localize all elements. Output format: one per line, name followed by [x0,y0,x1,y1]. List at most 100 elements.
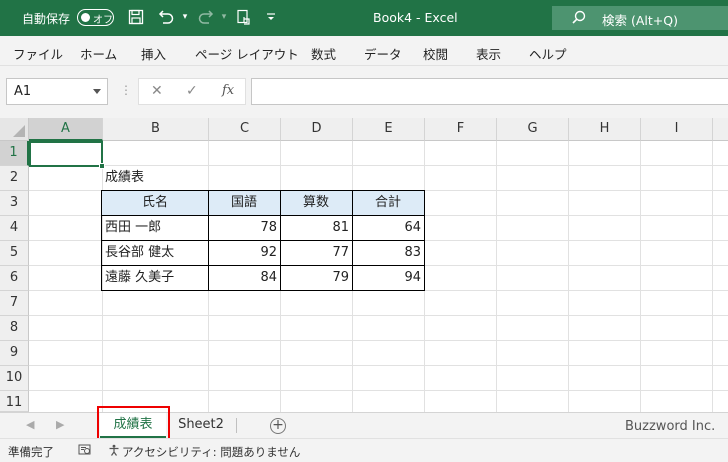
cell-c5[interactable]: 92 [208,241,280,266]
table-border [101,240,425,241]
sheet-tab-bar: ◀ ▶ 成績表 Sheet2 + Buzzword Inc. [0,406,728,440]
gridline [29,315,728,316]
formula-tools: ✕ ✓ fx [138,78,246,105]
row-header-11[interactable]: 11 [0,391,29,412]
row-header-5[interactable]: 5 [0,241,29,266]
cell-d3[interactable]: 算数 [280,191,352,216]
tab-separator [236,418,237,433]
name-box-value: A1 [14,84,32,99]
status-bar: 準備完了 アクセシビリティ: 問題ありません [0,438,728,462]
row-header-1[interactable]: 1 [0,141,29,166]
gridline [496,141,497,412]
insert-function-icon[interactable]: fx [222,83,234,98]
cell-d6[interactable]: 79 [280,266,352,291]
column-header-i[interactable]: I [641,118,713,141]
autosave-label: 自動保存 [22,12,71,26]
gridline [29,340,728,341]
tab-page-layout[interactable]: ページ レイアウト [195,44,299,63]
highlight-frame [97,406,170,440]
tab-file[interactable]: ファイル [13,44,63,63]
tab-insert[interactable]: 挿入 [141,44,166,63]
active-cell-a1[interactable] [29,141,103,167]
column-header-j[interactable] [713,118,728,141]
ribbon-tabs: ファイル ホーム 挿入 ページ レイアウト 数式 データ 校閲 表示 ヘルプ [0,36,728,66]
cell-b6[interactable]: 遠藤 久美子 [102,266,208,291]
formula-input[interactable] [251,78,728,105]
tab-review[interactable]: 校閲 [423,44,448,63]
undo-dropdown-icon[interactable]: ▾ [174,6,196,28]
select-all-icon [13,125,25,137]
autosave-toggle[interactable]: オフ [77,9,114,26]
name-box[interactable]: A1 [6,78,108,105]
search-icon [572,10,586,24]
gridline [568,141,569,412]
cell-b4[interactable]: 西田 一郎 [102,216,208,241]
row-header-4[interactable]: 4 [0,216,29,241]
formula-bar-area: A1 ⋮ ✕ ✓ fx [0,66,728,118]
cell-d4[interactable]: 81 [280,216,352,241]
fill-handle[interactable] [99,163,105,169]
tab-view[interactable]: 表示 [476,44,501,63]
row-header-8[interactable]: 8 [0,316,29,341]
column-header-e[interactable]: E [353,118,425,141]
tab-formulas[interactable]: 数式 [311,44,336,63]
column-header-h[interactable]: H [569,118,641,141]
row-header-3[interactable]: 3 [0,191,29,216]
column-header-d[interactable]: D [281,118,353,141]
column-header-c[interactable]: C [209,118,281,141]
row-header-2[interactable]: 2 [0,166,29,191]
table-border [101,265,425,266]
gridline [712,141,713,412]
cell-b3[interactable]: 氏名 [102,191,208,216]
prev-sheet-icon[interactable]: ◀ [26,418,34,431]
title-bar: 自動保存 オフ ▾ ▾ Book4 - Excel 検索 (Alt+Q) [0,0,728,36]
sheet-tab-sheet2[interactable]: Sheet2 [170,413,232,438]
gridline [29,365,728,366]
cell-d5[interactable]: 77 [280,241,352,266]
row-header-10[interactable]: 10 [0,366,29,391]
watermark: Buzzword Inc. [625,419,716,434]
cell-e6[interactable]: 94 [352,266,424,291]
cell-b2[interactable]: 成績表 [102,166,208,191]
accessibility-status[interactable]: アクセシビリティ: 問題ありません [122,444,300,460]
chevron-down-icon[interactable] [93,89,101,94]
row-header-7[interactable]: 7 [0,291,29,316]
cell-e4[interactable]: 64 [352,216,424,241]
column-header-a[interactable]: A [29,118,103,141]
document-title: Book4 - Excel [373,10,458,25]
row-header-9[interactable]: 9 [0,341,29,366]
cell-e3[interactable]: 合計 [352,191,424,216]
accessibility-icon[interactable] [108,444,120,459]
search-box[interactable]: 検索 (Alt+Q) [552,6,728,30]
toggle-knob [81,13,90,22]
tab-help[interactable]: ヘルプ [529,44,567,63]
worksheet-grid: A B C D E F G H I 1 2 3 4 5 6 7 8 9 10 1… [0,118,728,412]
macro-record-icon[interactable] [78,444,92,459]
gridline [424,141,425,412]
select-all-button[interactable] [0,118,29,141]
column-header-g[interactable]: G [497,118,569,141]
cell-c4[interactable]: 78 [208,216,280,241]
gridline [640,141,641,412]
add-sheet-icon[interactable]: + [270,418,286,434]
column-header-f[interactable]: F [425,118,497,141]
cell-c3[interactable]: 国語 [208,191,280,216]
touch-mode-icon[interactable] [233,6,255,28]
next-sheet-icon[interactable]: ▶ [56,418,64,431]
cell-e5[interactable]: 83 [352,241,424,266]
status-ready: 準備完了 [8,445,54,459]
row-header-6[interactable]: 6 [0,266,29,291]
tab-home[interactable]: ホーム [80,44,117,63]
cancel-icon[interactable]: ✕ [151,83,163,99]
cell-b5[interactable]: 長谷部 健太 [102,241,208,266]
gridline [29,390,728,391]
cell-c6[interactable]: 84 [208,266,280,291]
splitter-dots-icon[interactable]: ⋮ [120,83,132,97]
search-placeholder: 検索 (Alt+Q) [602,13,678,28]
column-header-b[interactable]: B [103,118,209,141]
tab-data[interactable]: データ [364,44,402,63]
customize-quick-access-icon[interactable] [260,6,282,28]
redo-dropdown-icon[interactable]: ▾ [213,6,235,28]
enter-icon[interactable]: ✓ [186,83,198,99]
save-icon[interactable] [125,6,147,28]
